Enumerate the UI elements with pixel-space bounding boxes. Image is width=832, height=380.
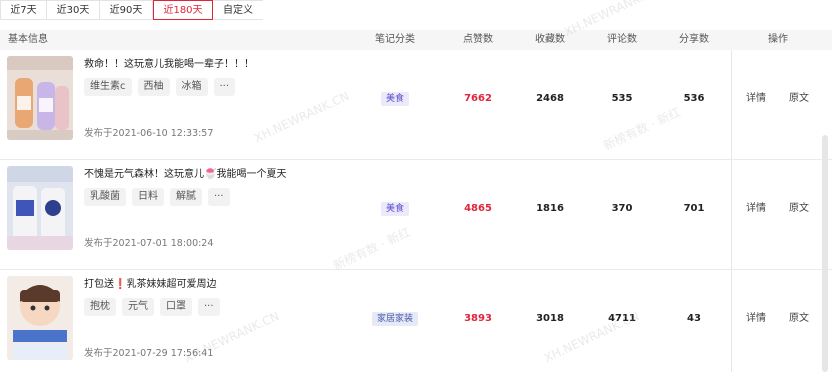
- original-link[interactable]: 原文: [789, 310, 809, 328]
- note-thumbnail[interactable]: [7, 56, 73, 140]
- more-tags-button[interactable]: ···: [213, 78, 236, 96]
- detail-link[interactable]: 详情: [746, 310, 766, 328]
- category-badge: 美食: [380, 202, 410, 216]
- tag[interactable]: 日料: [132, 188, 164, 206]
- note-title[interactable]: 不愧是元气森林！这玩意儿🍧我能喝一个夏天: [84, 165, 286, 180]
- publish-date: 发布于2021-06-10 12:33:57: [84, 128, 214, 139]
- col-shares[interactable]: 分享数: [679, 30, 709, 50]
- col-collects[interactable]: 收藏数: [535, 30, 565, 50]
- collects-count: 2468: [536, 93, 564, 104]
- tab-90-days[interactable]: 近90天: [100, 0, 153, 20]
- tag-list: 维生素c 西柚 冰箱 ···: [84, 78, 236, 96]
- publish-date: 发布于2021-07-29 17:56:41: [84, 348, 214, 359]
- publish-date: 发布于2021-07-01 18:00:24: [84, 238, 214, 249]
- tab-180-days[interactable]: 近180天: [153, 0, 213, 20]
- likes-count: 3893: [464, 313, 492, 324]
- more-tags-button[interactable]: ···: [198, 298, 220, 316]
- note-title[interactable]: 打包送❗乳茶妹妹超可爱周边: [84, 275, 216, 290]
- collects-count: 1816: [536, 203, 564, 214]
- tab-30-days[interactable]: 近30天: [47, 0, 100, 20]
- likes-count: 7662: [464, 93, 492, 104]
- detail-link[interactable]: 详情: [746, 200, 766, 218]
- vertical-scrollbar[interactable]: [822, 135, 828, 372]
- note-title[interactable]: 救命！！这玩意儿我能喝一辈子！！！: [84, 55, 254, 70]
- detail-link[interactable]: 详情: [746, 90, 766, 108]
- col-actions: 操作: [768, 34, 788, 45]
- col-basic-info: 基本信息: [8, 34, 48, 45]
- tag[interactable]: 元气: [122, 298, 154, 316]
- table-header: 基本信息 笔记分类 点赞数 收藏数 评论数 分享数 操作: [0, 30, 832, 50]
- note-thumbnail[interactable]: [7, 166, 73, 250]
- tab-custom[interactable]: 自定义: [213, 0, 263, 20]
- tag[interactable]: 冰箱: [175, 78, 208, 96]
- table-row: 救命！！这玩意儿我能喝一辈子！！！ 维生素c 西柚 冰箱 ··· 发布于2021…: [0, 50, 832, 160]
- shares-count: 701: [683, 203, 705, 214]
- tag[interactable]: 西柚: [137, 78, 170, 96]
- comments-count: 370: [611, 203, 633, 214]
- category-badge: 美食: [380, 92, 410, 106]
- tag[interactable]: 维生素c: [84, 78, 132, 96]
- comments-count: 4711: [608, 313, 636, 324]
- collects-count: 3018: [536, 313, 564, 324]
- tag[interactable]: 解腻: [170, 188, 202, 206]
- category-badge: 家居家装: [371, 312, 419, 326]
- shares-count: 43: [687, 313, 701, 324]
- more-tags-button[interactable]: ···: [208, 188, 230, 206]
- original-link[interactable]: 原文: [789, 90, 809, 108]
- likes-count: 4865: [464, 203, 492, 214]
- tag-list: 抱枕 元气 口罩 ···: [84, 298, 220, 316]
- col-comments[interactable]: 评论数: [607, 30, 637, 50]
- date-range-tabs: 近7天 近30天 近90天 近180天 自定义: [0, 0, 263, 20]
- comments-count: 535: [611, 93, 633, 104]
- original-link[interactable]: 原文: [789, 200, 809, 218]
- tag[interactable]: 乳酸菌: [84, 188, 126, 206]
- col-category[interactable]: 笔记分类: [375, 30, 415, 50]
- note-thumbnail[interactable]: [7, 276, 73, 360]
- tag[interactable]: 口罩: [160, 298, 192, 316]
- tag[interactable]: 抱枕: [84, 298, 116, 316]
- table-row: 打包送❗乳茶妹妹超可爱周边 抱枕 元气 口罩 ··· 发布于2021-07-29…: [0, 270, 832, 380]
- tag-list: 乳酸菌 日料 解腻 ···: [84, 188, 230, 206]
- shares-count: 536: [683, 93, 705, 104]
- table-row: 不愧是元气森林！这玩意儿🍧我能喝一个夏天 乳酸菌 日料 解腻 ··· 发布于20…: [0, 160, 832, 270]
- col-likes[interactable]: 点赞数: [463, 30, 493, 50]
- tab-7-days[interactable]: 近7天: [0, 0, 47, 20]
